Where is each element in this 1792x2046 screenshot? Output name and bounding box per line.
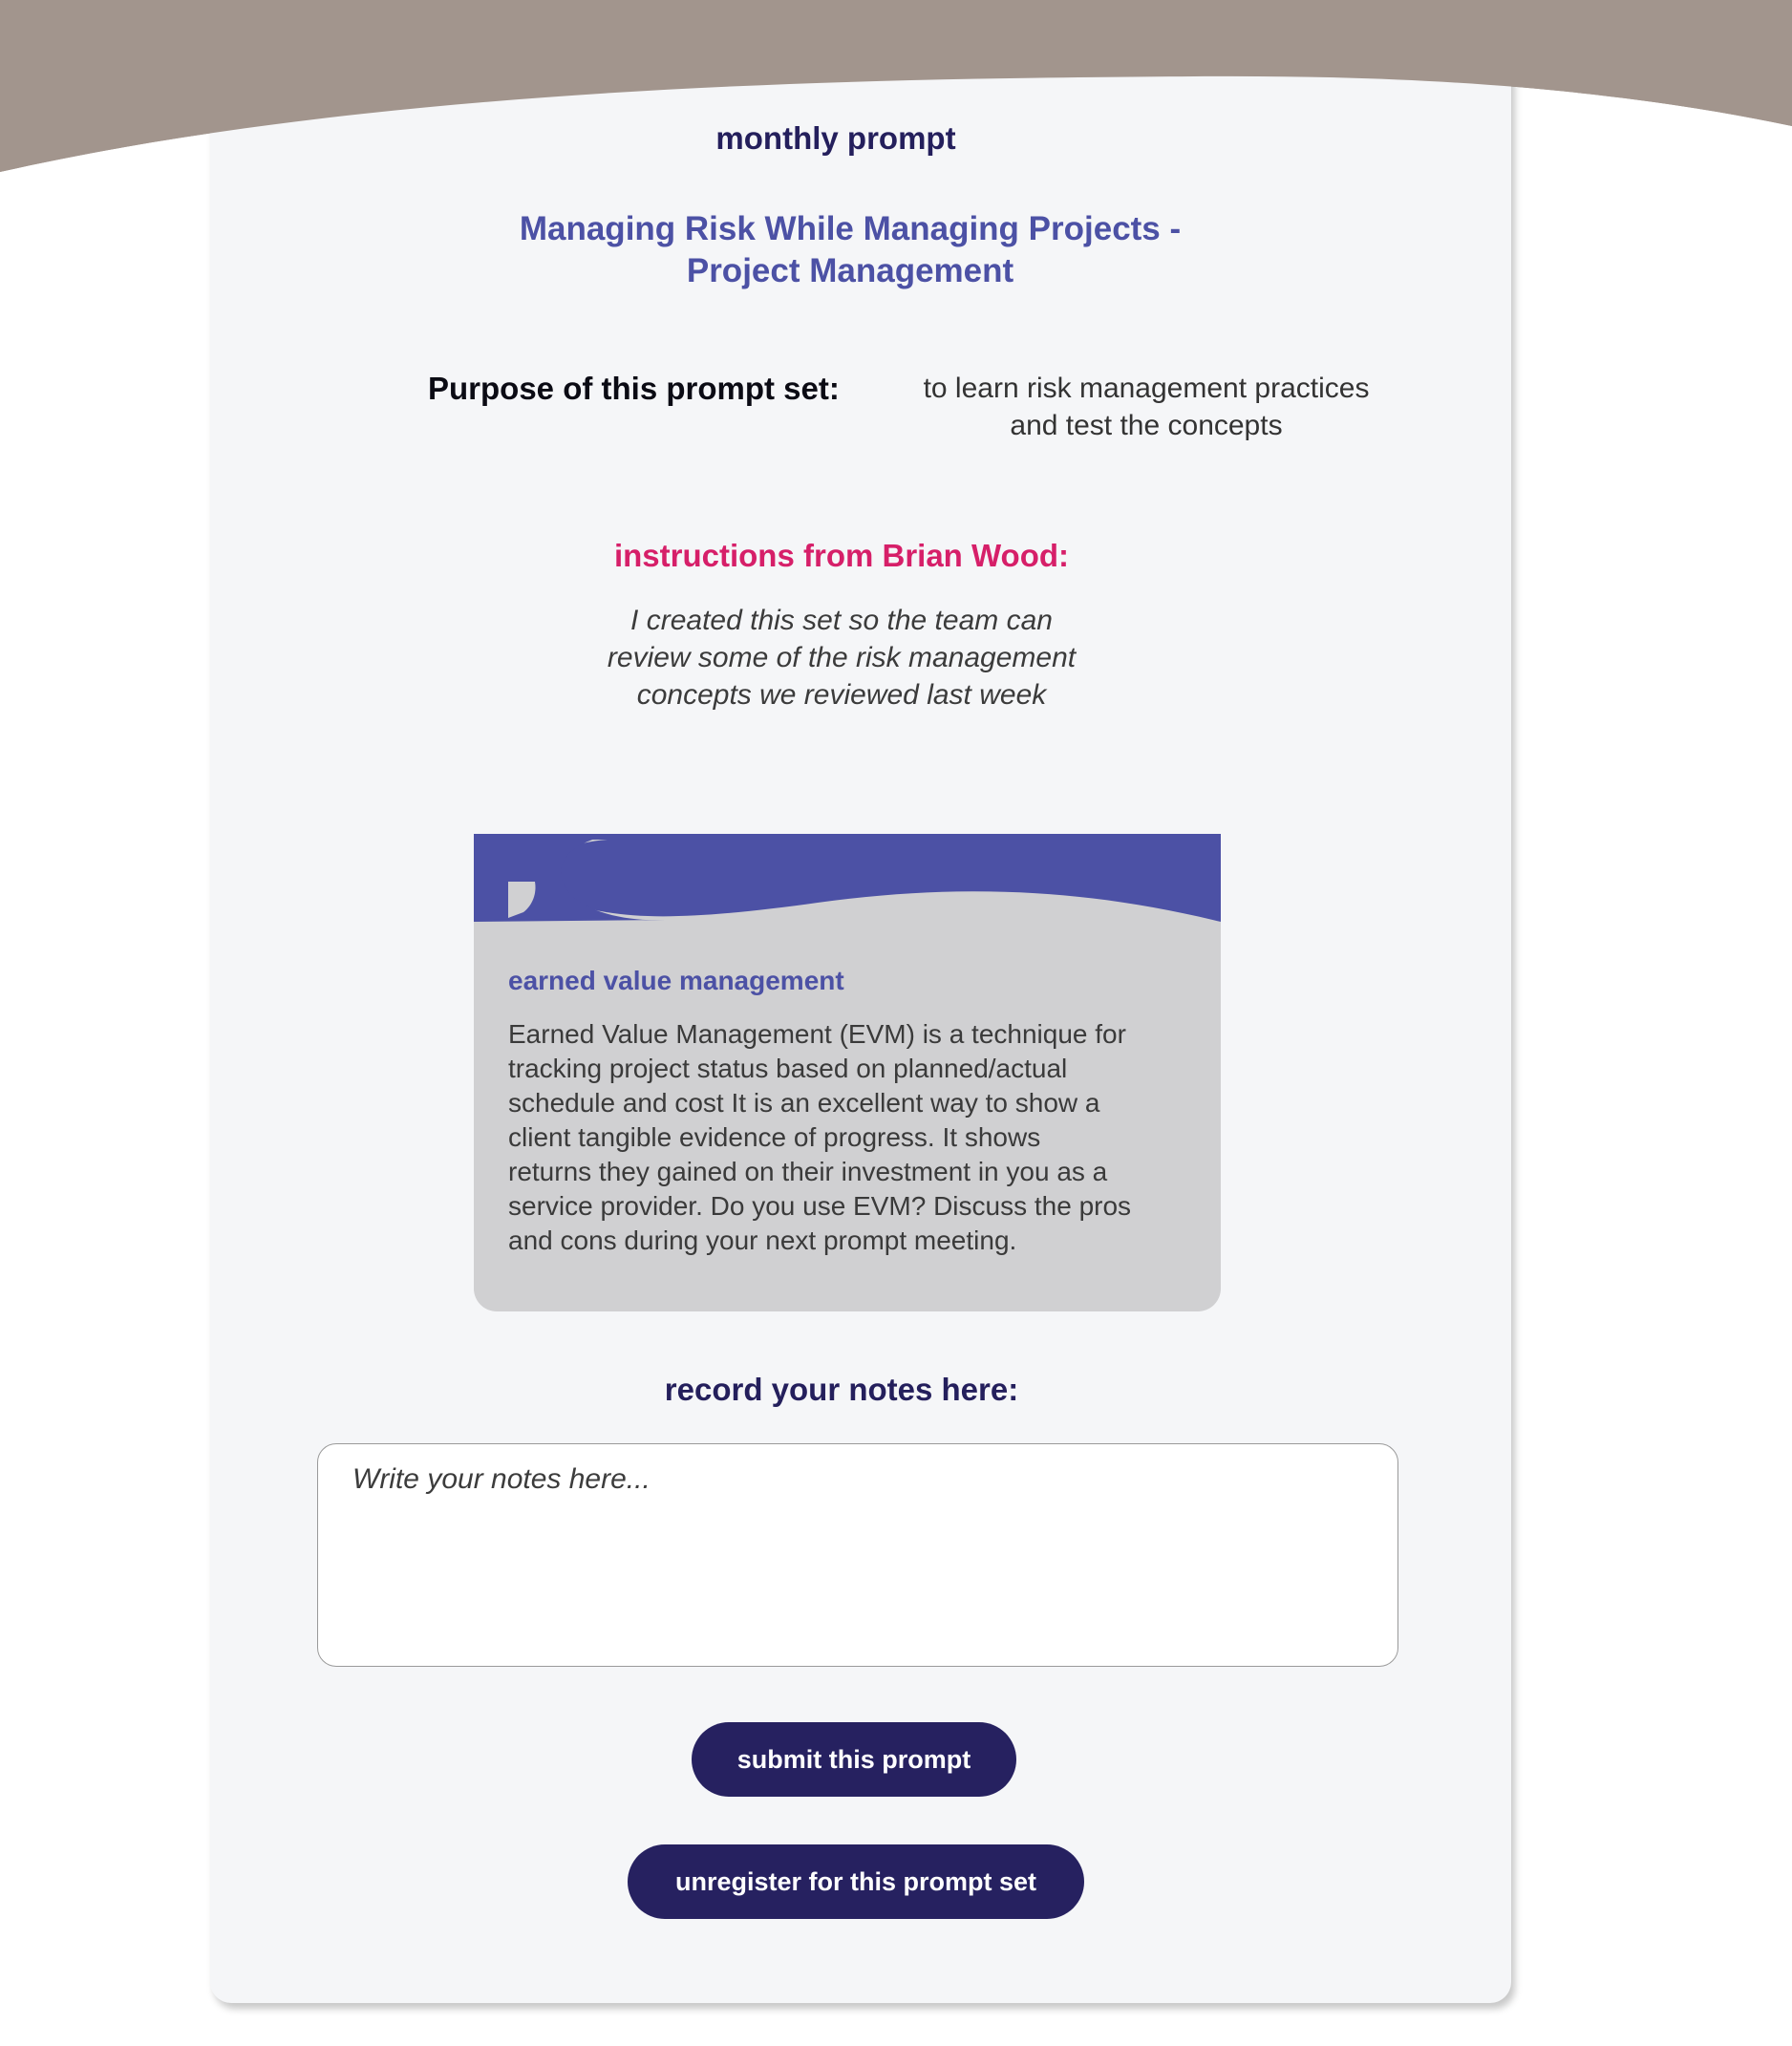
page-title-line-1: Managing Risk While Managing Projects - <box>519 210 1182 247</box>
purpose-text-line-2: and test the concepts <box>1010 410 1283 441</box>
prompt-card-body-line: schedule and cost It is an excellent way… <box>508 1088 1100 1118</box>
page-title-line-2: Project Management <box>686 252 1014 289</box>
prompt-card-body-line: service provider. Do you use EVM? Discus… <box>508 1191 1132 1221</box>
instructions-heading: instructions from Brian Wood: <box>613 538 1070 573</box>
notes-input[interactable] <box>317 1443 1398 1667</box>
prompt-card-title: earned value management <box>508 966 844 995</box>
page-title: Managing Risk While Managing Projects - … <box>210 208 1490 292</box>
unregister-button[interactable]: unregister for this prompt set <box>628 1844 1084 1919</box>
submit-prompt-button[interactable]: submit this prompt <box>692 1722 1016 1797</box>
prompt-page-content: monthly prompt Managing Risk While Manag… <box>210 0 1511 2003</box>
prompt-card-body: Earned Value Management (EVM) is a techn… <box>508 1017 1205 1258</box>
purpose-label: Purpose of this prompt set: <box>428 371 840 406</box>
prompt-card-body-line: and cons during your next prompt meeting… <box>508 1225 1017 1255</box>
instructions-line-3: concepts we reviewed last week <box>636 679 1047 711</box>
instructions-line-1: I created this set so the team can <box>630 605 1053 636</box>
prompt-card: earned value management Earned Value Man… <box>474 834 1221 1311</box>
purpose-text-line-1: to learn risk management practices <box>923 373 1370 404</box>
prompt-card-body-line: client tangible evidence of progress. It… <box>508 1122 1041 1152</box>
prompt-card-body-line: Earned Value Management (EVM) is a techn… <box>508 1019 1126 1049</box>
instructions-text: I created this set so the team can revie… <box>535 602 1148 714</box>
prompt-card-body-line: returns they gained on their investment … <box>508 1157 1108 1186</box>
prompt-card-banner <box>474 834 1221 922</box>
prompt-card-body-line: tracking project status based on planned… <box>508 1054 1068 1083</box>
page-eyebrow: monthly prompt <box>715 120 956 156</box>
purpose-text: to learn risk management practices and t… <box>860 370 1433 444</box>
instructions-line-2: review some of the risk management <box>607 642 1077 673</box>
notes-heading: record your notes here: <box>664 1372 1019 1407</box>
